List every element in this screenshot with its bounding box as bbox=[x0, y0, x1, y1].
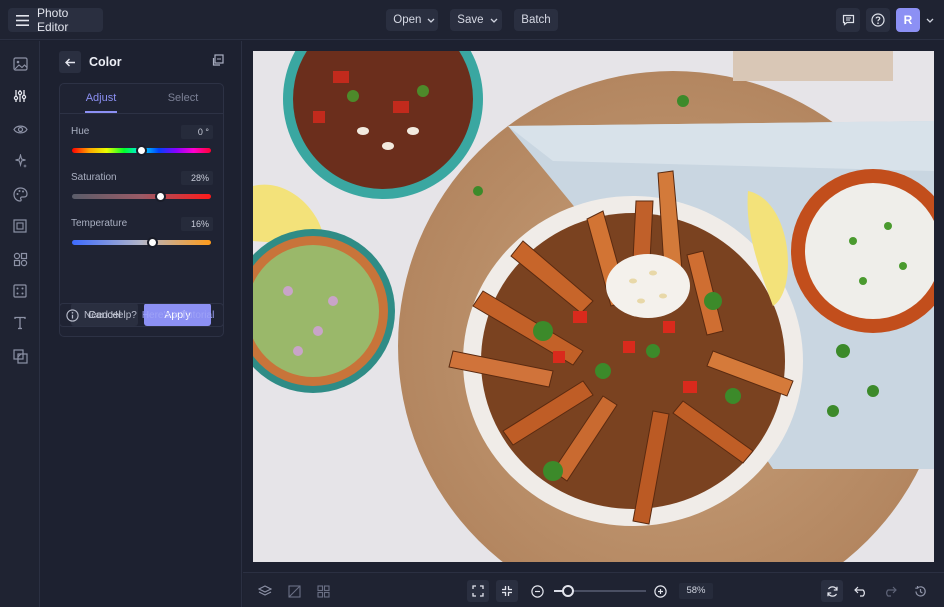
history-button[interactable] bbox=[909, 580, 931, 602]
tab-adjust[interactable]: Adjust bbox=[60, 92, 142, 104]
adjust-sliders-icon[interactable] bbox=[11, 87, 29, 105]
actual-size-button[interactable] bbox=[496, 580, 518, 602]
undo-icon bbox=[854, 586, 868, 597]
save-label: Save bbox=[457, 14, 484, 26]
eye-icon[interactable] bbox=[11, 120, 29, 138]
feedback-button[interactable] bbox=[836, 8, 860, 32]
zoom-out-button[interactable] bbox=[526, 580, 548, 602]
layers-icon[interactable] bbox=[254, 580, 276, 602]
adjust-card: Adjust Select Hue 0 ° Saturation 28% Tem… bbox=[59, 83, 224, 337]
saturation-slider[interactable] bbox=[72, 191, 211, 202]
temperature-slider[interactable] bbox=[72, 237, 211, 248]
zoom-in-button[interactable] bbox=[649, 580, 671, 602]
panel-header: Color bbox=[59, 51, 224, 73]
tab-select[interactable]: Select bbox=[142, 92, 224, 104]
texture-icon[interactable] bbox=[11, 282, 29, 300]
expand-icon bbox=[472, 585, 484, 597]
bottom-toolbar: 58% bbox=[243, 572, 944, 607]
back-button[interactable] bbox=[59, 51, 81, 73]
batch-button[interactable]: Batch bbox=[514, 9, 558, 31]
overlay-icon[interactable] bbox=[11, 347, 29, 365]
image-icon[interactable] bbox=[11, 55, 29, 73]
arrow-left-icon bbox=[64, 58, 76, 67]
redo-icon bbox=[883, 586, 897, 597]
help-banner: Need Help? Here's a Tutorial bbox=[59, 303, 224, 327]
tool-rail bbox=[0, 41, 40, 607]
zoom-out-icon bbox=[530, 584, 544, 598]
hue-value[interactable]: 0 ° bbox=[181, 125, 213, 139]
redo-button[interactable] bbox=[879, 580, 901, 602]
canvas-area bbox=[243, 41, 944, 571]
refresh-icon bbox=[826, 585, 839, 598]
file-menu-group: Open Save Batch bbox=[0, 9, 944, 31]
zoom-value[interactable]: 58% bbox=[679, 583, 713, 599]
batch-label: Batch bbox=[521, 14, 551, 26]
duplicate-icon[interactable] bbox=[211, 54, 224, 67]
hue-slider[interactable] bbox=[72, 145, 211, 156]
history-icon bbox=[914, 585, 927, 598]
temperature-label: Temperature bbox=[71, 218, 128, 229]
help-text: Need Help? bbox=[84, 309, 137, 321]
text-icon[interactable] bbox=[11, 314, 29, 332]
app-menu-button[interactable]: Photo Editor bbox=[8, 6, 103, 34]
hue-label: Hue bbox=[71, 126, 90, 137]
frame-icon[interactable] bbox=[11, 217, 29, 235]
panel-title: Color bbox=[89, 55, 122, 69]
saturation-label: Saturation bbox=[71, 172, 117, 183]
top-bar: Photo Editor Open Save Batch R bbox=[0, 0, 944, 40]
open-label: Open bbox=[393, 14, 422, 26]
chevron-down-icon bbox=[427, 18, 435, 23]
reset-button[interactable] bbox=[821, 580, 843, 602]
app-title: Photo Editor bbox=[37, 6, 69, 34]
graphics-icon[interactable] bbox=[11, 250, 29, 268]
hamburger-menu-icon bbox=[16, 14, 29, 26]
help-button[interactable] bbox=[866, 8, 890, 32]
chevron-down-icon[interactable] bbox=[926, 18, 934, 23]
tutorial-link[interactable]: Here's a Tutorial bbox=[142, 310, 215, 321]
temperature-slider-knob[interactable] bbox=[146, 237, 158, 248]
user-avatar[interactable]: R bbox=[896, 8, 920, 32]
save-button[interactable]: Save bbox=[450, 9, 503, 31]
color-panel: Color Adjust Select Hue 0 ° Saturation 2… bbox=[41, 41, 242, 607]
saturation-slider-knob[interactable] bbox=[154, 191, 166, 202]
help-circle-icon bbox=[871, 13, 885, 27]
chevron-down-icon bbox=[490, 18, 498, 23]
info-icon bbox=[66, 308, 79, 322]
zoom-slider[interactable] bbox=[554, 585, 646, 597]
chat-icon bbox=[842, 14, 855, 26]
grid-icon[interactable] bbox=[312, 580, 334, 602]
photo-canvas[interactable] bbox=[253, 51, 934, 562]
zoom-slider-knob[interactable] bbox=[561, 585, 574, 597]
active-tab-indicator bbox=[85, 111, 117, 113]
compare-icon[interactable] bbox=[283, 580, 305, 602]
fit-screen-button[interactable] bbox=[467, 580, 489, 602]
saturation-value[interactable]: 28% bbox=[181, 171, 213, 185]
food-photo bbox=[253, 51, 934, 562]
panel-tabs: Adjust Select bbox=[60, 84, 223, 114]
shrink-icon bbox=[501, 585, 513, 597]
palette-icon[interactable] bbox=[11, 185, 29, 203]
hue-slider-knob[interactable] bbox=[135, 145, 147, 156]
zoom-in-icon bbox=[653, 584, 667, 598]
magic-wand-icon[interactable] bbox=[11, 152, 29, 170]
undo-button[interactable] bbox=[850, 580, 872, 602]
top-right-tools: R bbox=[836, 8, 934, 32]
open-button[interactable]: Open bbox=[386, 9, 439, 31]
temperature-value[interactable]: 16% bbox=[181, 217, 213, 231]
